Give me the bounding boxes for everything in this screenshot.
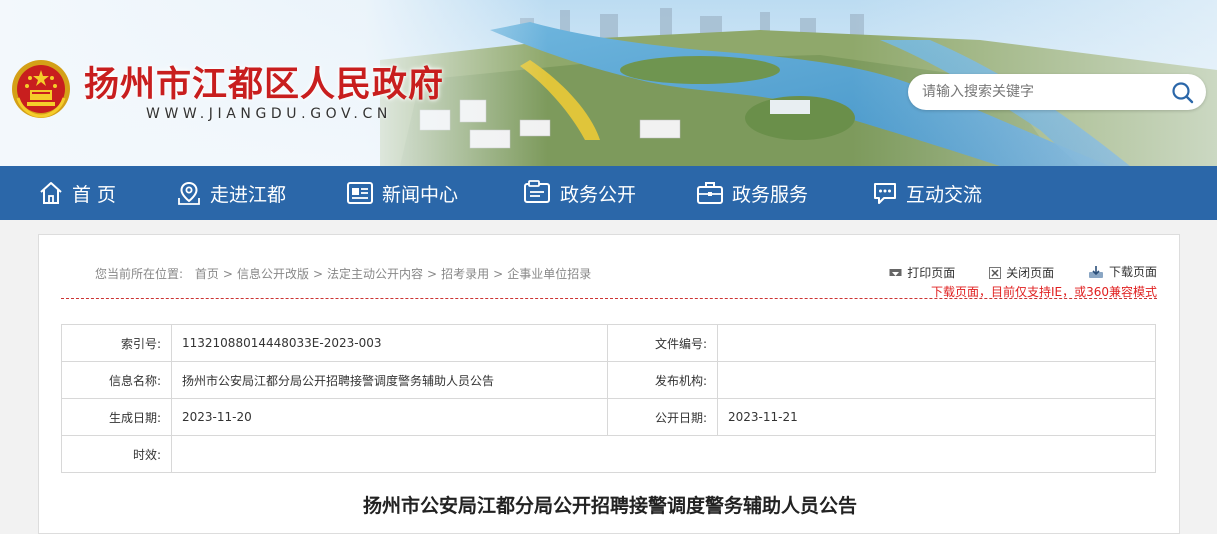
news-icon — [347, 182, 373, 204]
site-domain: WWW.JIANGDU.GOV.CN — [146, 106, 392, 122]
content-card: 您当前所在位置: 首页 > 信息公开改版 > 法定主动公开内容 > 招考录用 > 企事业单位招录… — [38, 234, 1180, 534]
download-page-label: 下载页面 — [1108, 265, 1157, 279]
print-page-label: 打印页面 — [907, 266, 956, 280]
location-icon — [178, 181, 200, 205]
home-icon — [40, 182, 62, 204]
nav-label-news: 新闻中心 — [382, 183, 459, 206]
national-emblem-logo — [12, 60, 70, 118]
page-tools: 打印页面 关闭页面 下载页面 — [859, 263, 1157, 282]
org-value — [717, 361, 1156, 399]
nav-item-gov-affairs[interactable]: 政务公开 — [522, 166, 636, 220]
search-box — [908, 74, 1206, 110]
created-value: 2023-11-20 — [171, 398, 608, 436]
close-icon — [989, 266, 1002, 279]
published-value: 2023-11-21 — [717, 398, 1156, 436]
search-icon[interactable] — [1170, 80, 1196, 104]
folder-icon — [524, 180, 550, 203]
nav-item-services[interactable]: 政务服务 — [696, 166, 808, 220]
doc-no-label: 文件编号: — [607, 324, 718, 362]
print-icon — [889, 268, 902, 276]
site-title: 扬州市江都区人民政府 — [84, 65, 445, 105]
breadcrumb-item[interactable]: 法定主动公开内容 — [327, 267, 423, 281]
breadcrumb-separator: > — [222, 267, 233, 281]
nav-label-services: 政务服务 — [732, 183, 809, 206]
nav-item-about[interactable]: 走进江都 — [176, 166, 286, 220]
index-label: 索引号: — [61, 324, 172, 362]
breadcrumb-prefix: 您当前所在位置: — [95, 267, 184, 281]
table-row: 索引号: 11321088014448033E-2023-003 文件编号: — [61, 324, 1156, 362]
close-page-label: 关闭页面 — [1006, 266, 1055, 280]
breadcrumb: 您当前所在位置: 首页 > 信息公开改版 > 法定主动公开内容 > 招考录用 > 企事业单位招录 — [95, 265, 591, 282]
nav-label-about: 走进江都 — [210, 183, 287, 206]
published-label: 公开日期: — [607, 398, 718, 436]
table-row: 信息名称: 扬州市公安局江都分局公开招聘接警调度警务辅助人员公告 发布机构: — [61, 361, 1156, 399]
validity-label: 时效: — [61, 435, 172, 473]
close-page-button[interactable]: 关闭页面 — [989, 264, 1054, 281]
chat-icon — [874, 183, 896, 204]
created-label: 生成日期: — [61, 398, 172, 436]
nav-label-gov-affairs: 政务公开 — [560, 183, 637, 206]
nav-item-interaction[interactable]: 互动交流 — [872, 166, 982, 220]
table-row: 生成日期: 2023-11-20 公开日期: 2023-11-21 — [61, 398, 1156, 436]
info-table: 索引号: 11321088014448033E-2023-003 文件编号: 信… — [61, 324, 1156, 473]
nav-item-home[interactable]: 首 页 — [38, 166, 116, 220]
download-page-button[interactable]: 下载页面 — [1088, 263, 1157, 280]
breadcrumb-item[interactable]: 信息公开改版 — [237, 267, 309, 281]
name-label: 信息名称: — [61, 361, 172, 399]
divider — [61, 298, 1157, 299]
nav-label-interaction: 互动交流 — [906, 183, 983, 206]
table-row: 时效: — [61, 435, 1156, 473]
print-page-button[interactable]: 打印页面 — [889, 264, 955, 281]
validity-value — [171, 435, 1156, 473]
index-value: 11321088014448033E-2023-003 — [171, 324, 608, 362]
breadcrumb-item[interactable]: 企事业单位招录 — [507, 267, 591, 281]
breadcrumb-separator: > — [312, 267, 324, 281]
doc-no-value — [717, 324, 1156, 362]
header-banner: 扬州市江都区人民政府 WWW.JIANGDU.GOV.CN — [0, 0, 1217, 166]
main-nav: 首 页 走进江都 新闻中心 政务公开 政务服务 互动交流 — [0, 166, 1217, 220]
breadcrumb-item[interactable]: 招考录用 — [441, 267, 489, 281]
search-input[interactable] — [922, 82, 1162, 102]
breadcrumb-separator: > — [427, 267, 438, 281]
breadcrumb-item[interactable]: 首页 — [195, 267, 219, 281]
briefcase-icon — [697, 182, 723, 204]
name-value: 扬州市公安局江都分局公开招聘接警调度警务辅助人员公告 — [171, 361, 608, 399]
breadcrumb-separator: > — [493, 267, 504, 281]
nav-item-news[interactable]: 新闻中心 — [346, 166, 458, 220]
download-icon — [1088, 265, 1103, 278]
org-label: 发布机构: — [607, 361, 718, 399]
article-title: 扬州市公安局江都分局公开招聘接警调度警务辅助人员公告 — [362, 495, 857, 517]
nav-label-home: 首 页 — [72, 183, 117, 206]
